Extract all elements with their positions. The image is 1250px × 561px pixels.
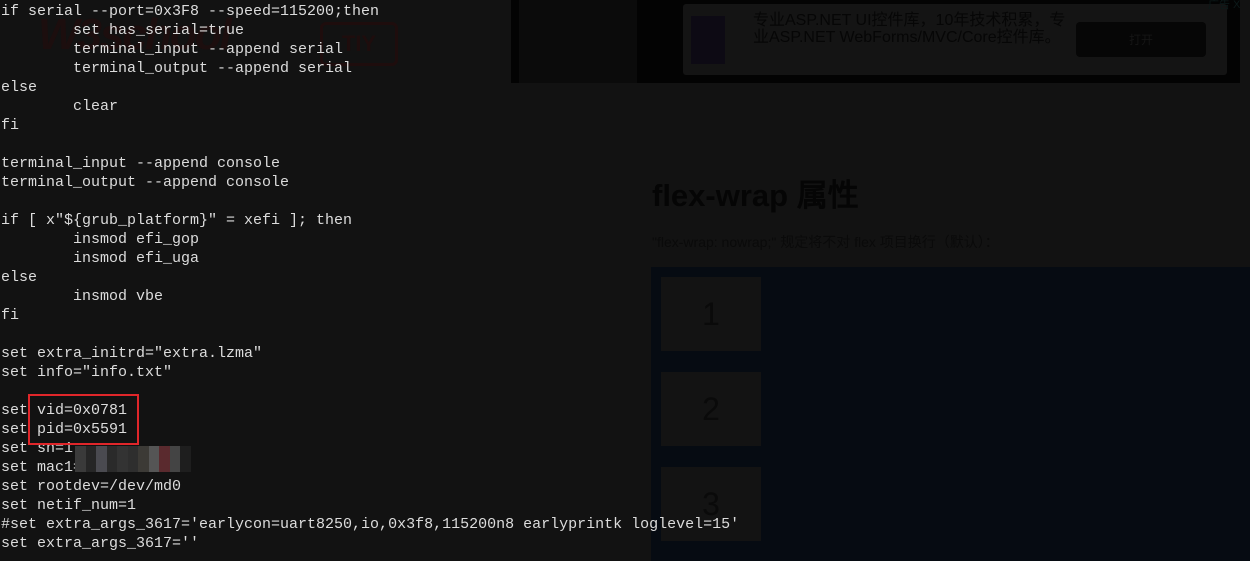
mosaic-cell <box>75 446 86 455</box>
code-line: if [ x"${grub_platform}" = xefi ]; then <box>1 212 353 229</box>
code-line: fi <box>1 307 20 324</box>
mosaic-cell <box>96 454 107 464</box>
mosaic-cell <box>117 463 128 472</box>
ad-open-button[interactable]: 打开 <box>1076 22 1206 57</box>
mosaic-cell <box>169 446 181 455</box>
code-line: else <box>1 269 38 286</box>
mosaic-cell <box>180 463 191 472</box>
code-line: set has_serial=true <box>1 22 245 39</box>
mosaic-cell <box>169 463 181 472</box>
mosaic-cell <box>148 463 160 472</box>
mosaic-cell <box>138 446 149 455</box>
ad-text: 专业ASP.NET UI控件库，10年技术积累，专业ASP.NET WebFor… <box>753 12 1066 46</box>
code-line: fi <box>1 117 20 134</box>
mosaic-cell <box>85 463 97 472</box>
code-line: terminal_input --append serial <box>1 41 344 58</box>
code-line: insmod efi_uga <box>1 250 200 267</box>
code-line: else <box>1 79 38 96</box>
mosaic-cell <box>106 446 118 455</box>
mosaic-cell <box>96 446 107 455</box>
code-line: terminal_input --append console <box>1 155 281 172</box>
mosaic-cell <box>127 454 139 464</box>
mosaic-cell <box>75 454 86 464</box>
code-line: set rootdev=/dev/md0 <box>1 478 182 495</box>
mosaic-cell <box>127 446 139 455</box>
mosaic-cell <box>117 454 128 464</box>
mosaic-cell <box>85 454 97 464</box>
redacted-serial-mosaic <box>75 446 191 472</box>
mosaic-cell <box>96 463 107 472</box>
flex-container-demo: 1 2 3 <box>651 267 1250 561</box>
mosaic-cell <box>138 463 149 472</box>
mosaic-cell <box>75 463 86 472</box>
code-line: insmod vbe <box>1 288 164 305</box>
mosaic-cell <box>180 454 191 464</box>
code-line: set info="info.txt" <box>1 364 173 381</box>
mosaic-cell <box>127 463 139 472</box>
mosaic-cell <box>159 446 170 455</box>
ad-close-button[interactable]: 广告 X <box>1208 0 1240 12</box>
mosaic-cell <box>148 446 160 455</box>
mosaic-cell <box>138 454 149 464</box>
mosaic-cell <box>159 463 170 472</box>
mosaic-cell <box>85 446 97 455</box>
code-line: terminal_output --append serial <box>1 60 353 77</box>
mosaic-cell <box>106 454 118 464</box>
mosaic-cell <box>106 463 118 472</box>
mosaic-cell <box>159 454 170 464</box>
code-line: set netif_num=1 <box>1 497 137 514</box>
code-line: terminal_output --append console <box>1 174 290 191</box>
mosaic-cell <box>148 454 160 464</box>
highlight-box <box>28 394 139 445</box>
code-line: set extra_args_3617='' <box>1 535 200 552</box>
code-line: insmod efi_gop <box>1 231 200 248</box>
mosaic-cell <box>117 446 128 455</box>
mosaic-cell <box>169 454 181 464</box>
code-line: set extra_initrd="extra.lzma" <box>1 345 263 362</box>
code-line: clear <box>1 98 119 115</box>
code-line: #set extra_args_3617='earlycon=uart8250,… <box>1 516 740 533</box>
mosaic-cell <box>180 446 191 455</box>
ad-card: 专业ASP.NET UI控件库，10年技术积累，专业ASP.NET WebFor… <box>683 4 1227 75</box>
code-line: if serial --port=0x3F8 --speed=115200;th… <box>1 3 380 20</box>
